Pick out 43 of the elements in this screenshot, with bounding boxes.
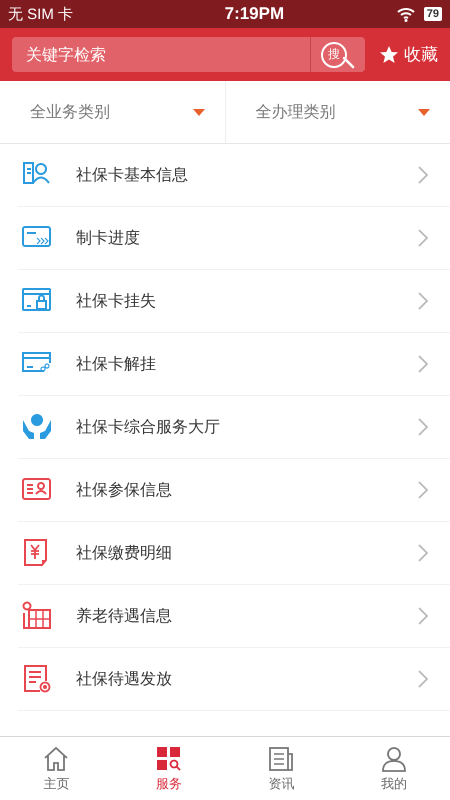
wifi-icon	[396, 6, 416, 22]
chevron-icon	[418, 292, 428, 310]
chevron-icon	[418, 418, 428, 436]
newspaper-icon	[267, 744, 296, 772]
status-time: 7:19PM	[224, 4, 284, 24]
chevron-icon	[418, 166, 428, 184]
list-item[interactable]: 制卡进度	[18, 207, 450, 270]
chevron-icon	[418, 607, 428, 625]
chevron-icon	[418, 481, 428, 499]
item-label: 养老待遇信息	[76, 606, 173, 626]
tab[interactable]: 主页	[0, 737, 112, 800]
list-item[interactable]: 社保卡综合服务大厅	[18, 396, 450, 459]
list-item[interactable]: 社保缴费明细	[18, 522, 450, 585]
list-item[interactable]: 社保卡解挂	[18, 333, 450, 396]
item-label: 社保卡综合服务大厅	[76, 416, 221, 438]
item-label: 社保卡挂失	[76, 290, 157, 312]
star-icon	[379, 44, 399, 64]
chevron-icon	[418, 229, 428, 247]
person-icon	[380, 744, 408, 772]
item-label: 社保待遇发放	[76, 668, 173, 690]
dropdown-icon	[418, 108, 430, 116]
list-item[interactable]: 社保参保信息	[18, 459, 450, 522]
list-item[interactable]: 社保待遇发放	[18, 648, 450, 711]
carrier-text: 无 SIM 卡	[8, 4, 74, 24]
dropdown-icon	[192, 108, 204, 116]
item-label: 社保卡解挂	[76, 354, 157, 374]
list-item[interactable]: 社保卡挂失	[18, 270, 450, 333]
favorites-button[interactable]: 收藏	[379, 43, 438, 66]
item-label: 社保缴费明细	[76, 542, 173, 564]
chevron-icon	[418, 544, 428, 562]
battery-level: 79	[424, 7, 442, 21]
grid-search-icon	[154, 744, 183, 772]
item-label: 社保参保信息	[76, 480, 173, 500]
item-label: 社保卡基本信息	[76, 164, 189, 186]
tab[interactable]: 资讯	[225, 737, 338, 800]
tab[interactable]: 服务	[112, 737, 225, 800]
list-item[interactable]: 养老待遇信息	[18, 585, 450, 648]
item-label: 制卡进度	[76, 228, 141, 248]
list-item[interactable]: 社保卡基本信息	[18, 144, 450, 207]
chevron-icon	[418, 355, 428, 373]
tab[interactable]: 我的	[338, 737, 450, 800]
chevron-icon	[418, 670, 428, 688]
house-icon	[42, 744, 70, 772]
